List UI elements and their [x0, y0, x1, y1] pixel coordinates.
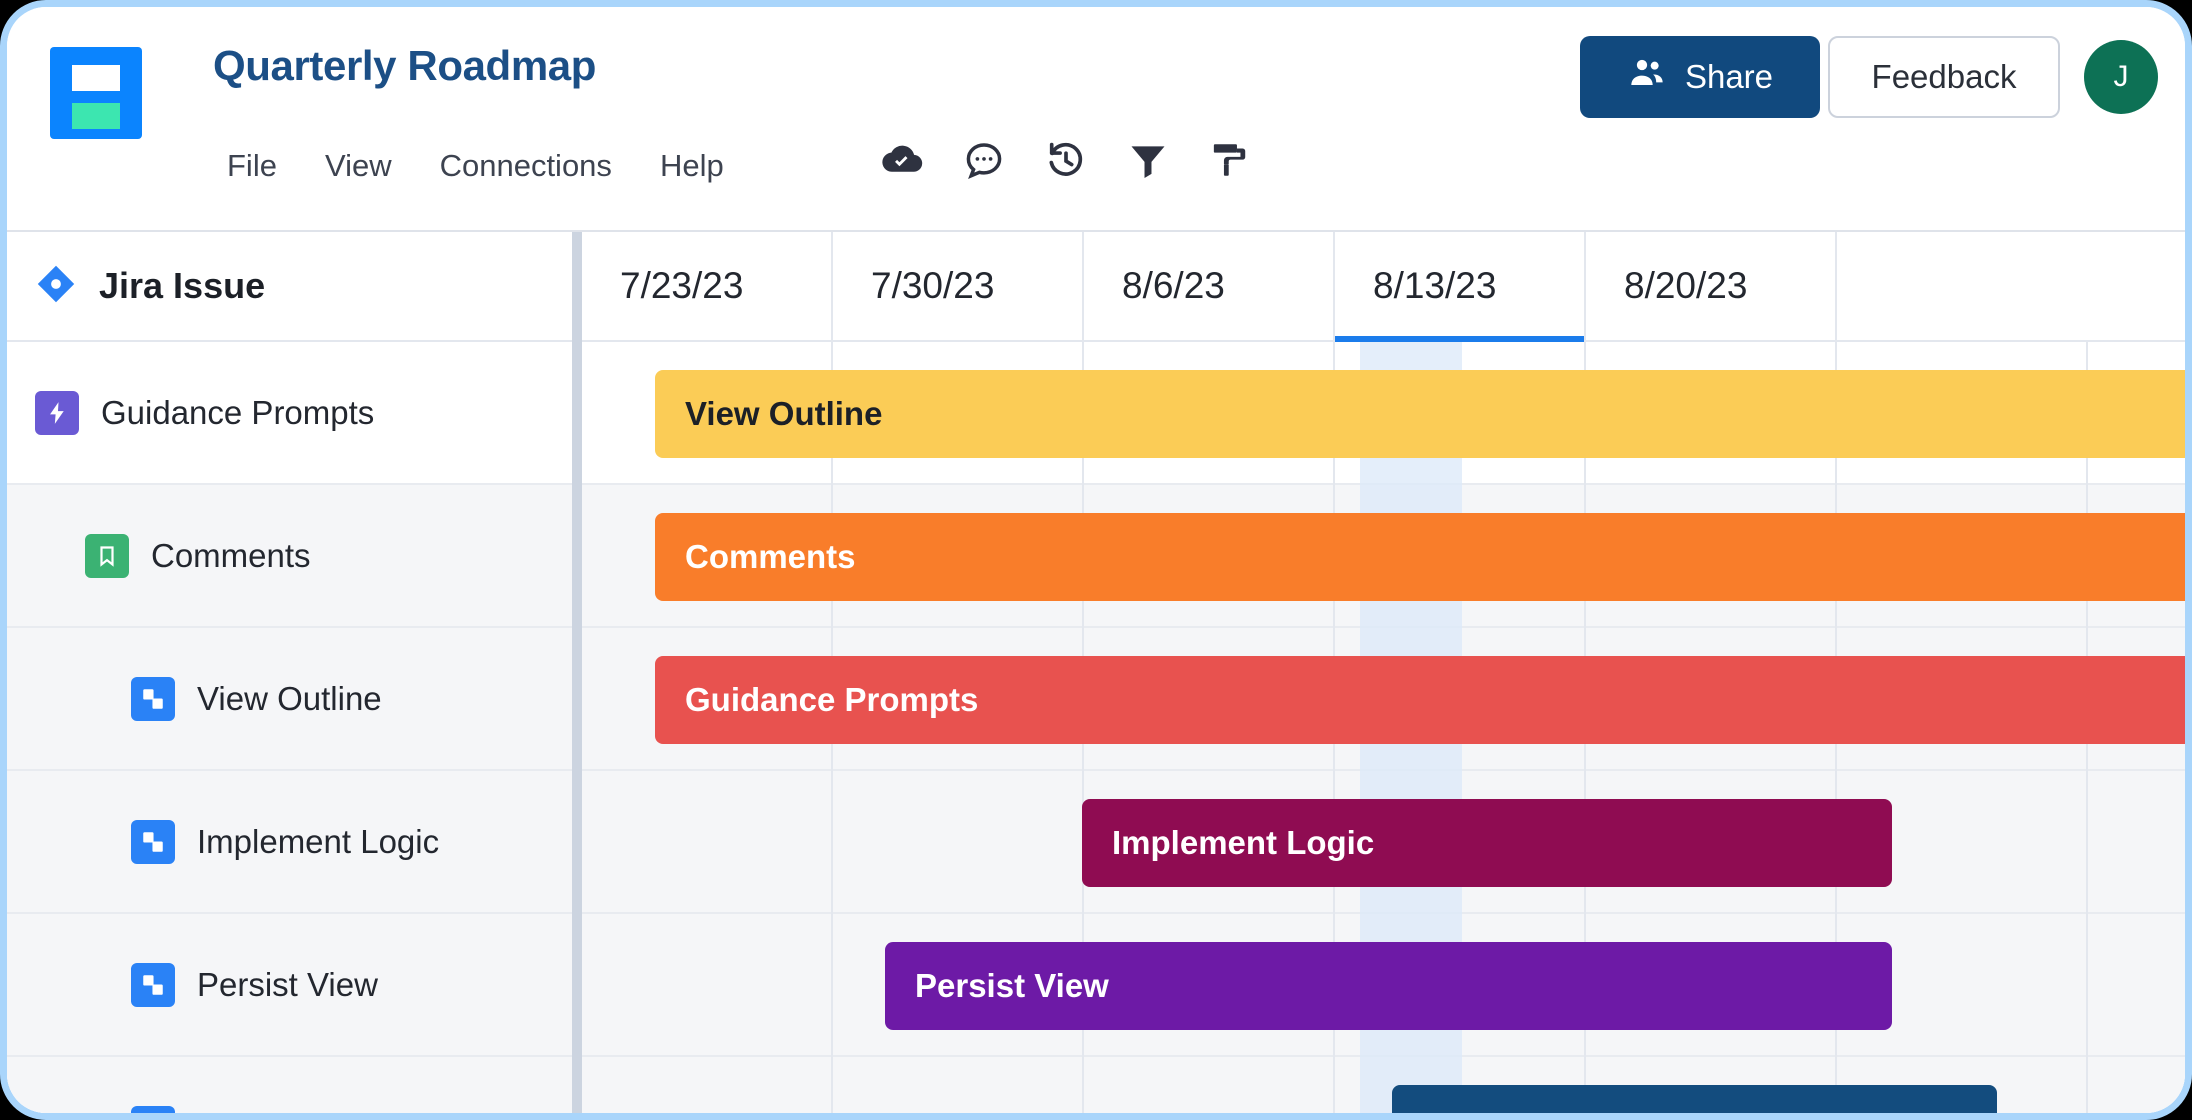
- comment-icon[interactable]: [961, 137, 1007, 183]
- sidebar-row-view-outline[interactable]: View Outline: [7, 628, 572, 771]
- sidebar-row-label: Automated Tests: [197, 1109, 442, 1114]
- sidebar-row-implement-logic[interactable]: Implement Logic: [7, 771, 572, 914]
- filter-icon[interactable]: [1125, 137, 1171, 183]
- sidebar-row-persist-view[interactable]: Persist View: [7, 914, 572, 1057]
- subtask-icon: [131, 962, 175, 1007]
- menu-bar: File View Connections Help: [213, 144, 748, 188]
- people-icon: [1627, 53, 1667, 101]
- sidebar-row-label: View Outline: [197, 679, 382, 717]
- sidebar-row-automated-tests[interactable]: Automated Tests: [7, 1057, 572, 1114]
- epic-bolt-icon: [35, 390, 79, 435]
- gantt-bars: View Outline Comments Guidance Prompts Impl…: [582, 342, 2185, 1113]
- sidebar-row-label: Persist View: [197, 965, 378, 1003]
- menu-item-connections[interactable]: Connections: [416, 144, 636, 188]
- sidebar-header[interactable]: Jira Issue: [7, 232, 572, 342]
- jira-diamond-icon: [35, 263, 77, 310]
- gantt-bar[interactable]: Automated Tests: [1392, 1084, 1997, 1113]
- history-icon[interactable]: [1043, 137, 1089, 183]
- logo-white-bar: [72, 65, 120, 91]
- gantt-bar[interactable]: Comments: [655, 512, 2185, 601]
- date-column-4-today[interactable]: 8/13/23: [1335, 232, 1586, 342]
- gantt-bar[interactable]: Persist View: [885, 941, 1892, 1030]
- sidebar-row-guidance-prompts[interactable]: Guidance Prompts: [7, 342, 572, 485]
- app-logo-icon: [50, 47, 142, 139]
- sidebar-header-label: Jira Issue: [99, 265, 266, 306]
- cloud-check-icon[interactable]: [879, 137, 925, 183]
- avatar-initial: J: [2113, 60, 2129, 93]
- date-column-5[interactable]: 8/20/23: [1586, 232, 1837, 340]
- feedback-button[interactable]: Feedback: [1828, 36, 2060, 118]
- sidebar-row-comments[interactable]: Comments: [7, 485, 572, 628]
- gantt-timeline: 7/23/23 7/30/23 8/6/23 8/13/23 8/20/23 V…: [582, 232, 2185, 1113]
- sidebar-row-label: Guidance Prompts: [101, 393, 375, 431]
- date-column-1[interactable]: 7/23/23: [582, 232, 833, 340]
- avatar[interactable]: J: [2084, 40, 2158, 114]
- share-button-label: Share: [1684, 58, 1774, 95]
- sidebar-row-label: Implement Logic: [197, 822, 440, 860]
- menu-item-file[interactable]: File: [213, 144, 301, 188]
- share-button[interactable]: Share: [1580, 36, 1820, 118]
- paint-roller-icon[interactable]: [1207, 137, 1253, 183]
- sidebar-row-label: Comments: [151, 536, 311, 574]
- menu-item-view[interactable]: View: [301, 144, 416, 188]
- subtask-icon: [131, 819, 175, 864]
- logo-green-bar: [72, 103, 120, 129]
- subtask-icon: [131, 1105, 175, 1113]
- page-title: Quarterly Roadmap: [213, 42, 596, 89]
- roadmap-body: Jira Issue Guidance Prompts Comments Vie…: [7, 232, 2185, 1113]
- date-column-2[interactable]: 7/30/23: [833, 232, 1084, 340]
- menu-item-help[interactable]: Help: [636, 144, 748, 188]
- gantt-bar[interactable]: View Outline: [655, 369, 2185, 458]
- story-bookmark-icon: [85, 533, 129, 578]
- date-column-3[interactable]: 8/6/23: [1084, 232, 1335, 340]
- timeline-date-header: 7/23/23 7/30/23 8/6/23 8/13/23 8/20/23: [582, 232, 2185, 342]
- feedback-button-label: Feedback: [1871, 58, 2017, 95]
- subtask-icon: [131, 676, 175, 721]
- app-window: Quarterly Roadmap File View Connections …: [0, 0, 2192, 1120]
- gantt-bar[interactable]: Implement Logic: [1082, 798, 1892, 887]
- toolbar-icons: [879, 137, 1253, 183]
- app-header: Quarterly Roadmap File View Connections …: [7, 7, 2185, 232]
- gantt-bar[interactable]: Guidance Prompts: [655, 655, 2185, 744]
- task-list-sidebar: Jira Issue Guidance Prompts Comments Vie…: [7, 232, 572, 1113]
- column-resize-handle[interactable]: [572, 232, 582, 1113]
